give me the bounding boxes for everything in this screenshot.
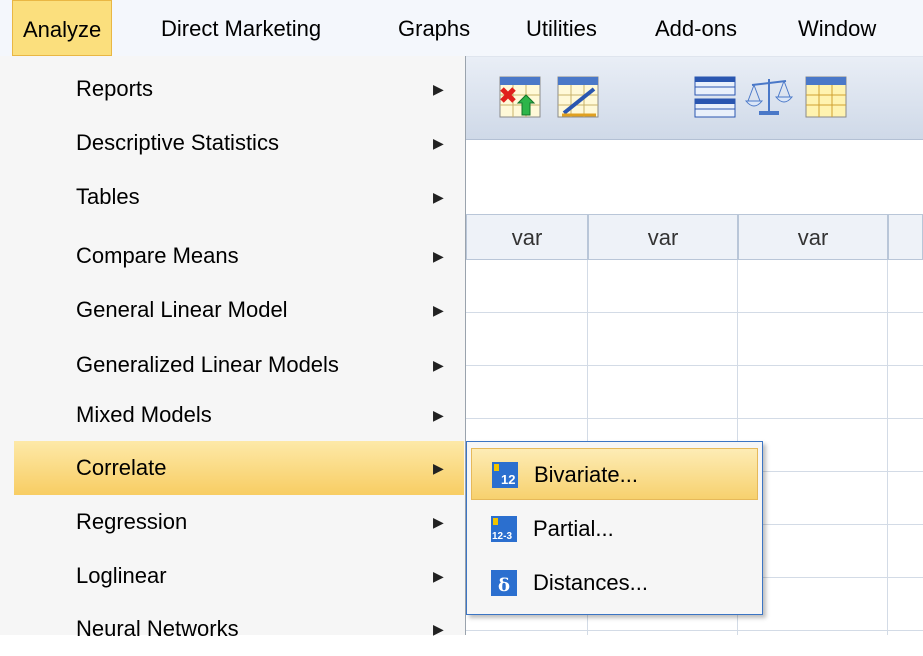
select-cases-icon [805,76,847,118]
submenu-arrow-icon: ▶ [433,248,444,264]
svg-text:12: 12 [501,472,515,487]
partial-icon: 12-3 [491,516,517,542]
menu-analyze[interactable]: Analyze [12,0,113,56]
submenu-arrow-icon: ▶ [433,621,444,637]
menu-direct-marketing[interactable]: Direct Marketing [151,0,331,56]
submenu-arrow-icon: ▶ [433,514,444,530]
grid-line [466,365,923,366]
menu-bar: Analyze Direct Marketing Graphs Utilitie… [0,0,923,57]
column-header-var[interactable]: var [738,214,888,260]
menu-add-ons-label: Add-ons [655,16,737,41]
submenu-arrow-icon: ▶ [433,407,444,423]
correlate-submenu: 12 Bivariate... 12-3 Partial... δ Distan… [466,441,763,615]
grid-line [466,630,923,631]
submenu-arrow-icon: ▶ [433,460,444,476]
menu-item-loglinear[interactable]: Loglinear ▶ [14,549,464,603]
submenu-arrow-icon: ▶ [433,357,444,373]
column-header-partial[interactable] [888,214,923,260]
grid-line [466,312,923,313]
submenu-arrow-icon: ▶ [433,135,444,151]
menu-item-label: Descriptive Statistics [76,130,279,155]
distances-icon: δ [491,570,517,596]
menu-item-label: Neural Networks [76,616,239,641]
submenu-arrow-icon: ▶ [433,189,444,205]
menu-item-compare-means[interactable]: Compare Means ▶ [14,229,464,283]
scale-icon [744,79,794,115]
menu-direct-marketing-label: Direct Marketing [161,16,322,41]
menu-item-generalized-linear-models[interactable]: Generalized Linear Models ▶ [14,338,464,392]
menu-item-correlate[interactable]: Correlate ▶ [14,441,464,495]
menu-analyze-label: Analyze [23,17,102,42]
menu-add-ons[interactable]: Add-ons [645,0,747,56]
insert-cases-icon [499,76,541,118]
svg-text:12-3: 12-3 [492,531,512,542]
menu-item-mixed-models[interactable]: Mixed Models ▶ [14,388,464,442]
menu-item-label: Generalized Linear Models [76,352,339,377]
weight-cases-button[interactable] [744,71,794,123]
menu-item-label: Regression [76,509,188,534]
submenu-item-distances[interactable]: δ Distances... [471,557,758,609]
menu-item-descriptive-statistics[interactable]: Descriptive Statistics ▶ [14,116,464,170]
menu-item-label: Loglinear [76,563,167,588]
menu-item-label: Reports [76,76,154,101]
toolbar [466,57,923,140]
submenu-arrow-icon: ▶ [433,568,444,584]
menu-item-neural-networks[interactable]: Neural Networks ▶ [14,602,464,656]
menu-window-label: Window [798,16,877,41]
svg-text:δ: δ [498,575,510,596]
cell-editor-bar[interactable] [466,140,923,199]
menu-item-tables[interactable]: Tables ▶ [14,170,464,224]
split-file-button[interactable] [691,71,741,123]
insert-cases-button[interactable] [496,71,546,123]
column-header-var[interactable]: var [466,214,588,260]
split-file-icon [694,76,736,118]
submenu-item-partial[interactable]: 12-3 Partial... [471,503,758,555]
menu-item-label: General Linear Model [76,297,288,322]
column-header-label: var [797,225,829,250]
menu-item-label: Tables [76,184,140,209]
menu-item-reports[interactable]: Reports ▶ [14,62,464,116]
menu-item-label: Correlate [76,455,167,480]
select-cases-button[interactable] [802,71,852,123]
column-header-var[interactable]: var [588,214,738,260]
menu-item-label: Mixed Models [76,402,212,427]
menu-graphs-label: Graphs [398,16,471,41]
analyze-dropdown-menu: Reports ▶ Descriptive Statistics ▶ Tables ▶… [0,56,466,641]
menu-utilities-label: Utilities [526,16,597,41]
submenu-arrow-icon: ▶ [433,81,444,97]
menu-graphs[interactable]: Graphs [388,0,480,56]
edit-variables-button[interactable] [554,71,604,123]
grid-line [887,260,888,635]
edit-variables-icon [557,76,599,118]
menu-window[interactable]: Window [788,0,886,56]
bivariate-icon: 12 [492,462,518,488]
submenu-item-bivariate[interactable]: 12 Bivariate... [471,448,758,500]
submenu-item-label: Distances... [533,570,648,595]
grid-line [466,418,923,419]
menu-item-regression[interactable]: Regression ▶ [14,495,464,549]
submenu-item-label: Bivariate... [534,462,638,487]
submenu-item-label: Partial... [533,516,614,541]
submenu-arrow-icon: ▶ [433,302,444,318]
menu-item-general-linear-model[interactable]: General Linear Model ▶ [14,283,464,337]
menu-item-label: Compare Means [76,243,239,268]
column-header-label: var [511,225,543,250]
column-header-label: var [647,225,679,250]
menu-utilities[interactable]: Utilities [516,0,607,56]
